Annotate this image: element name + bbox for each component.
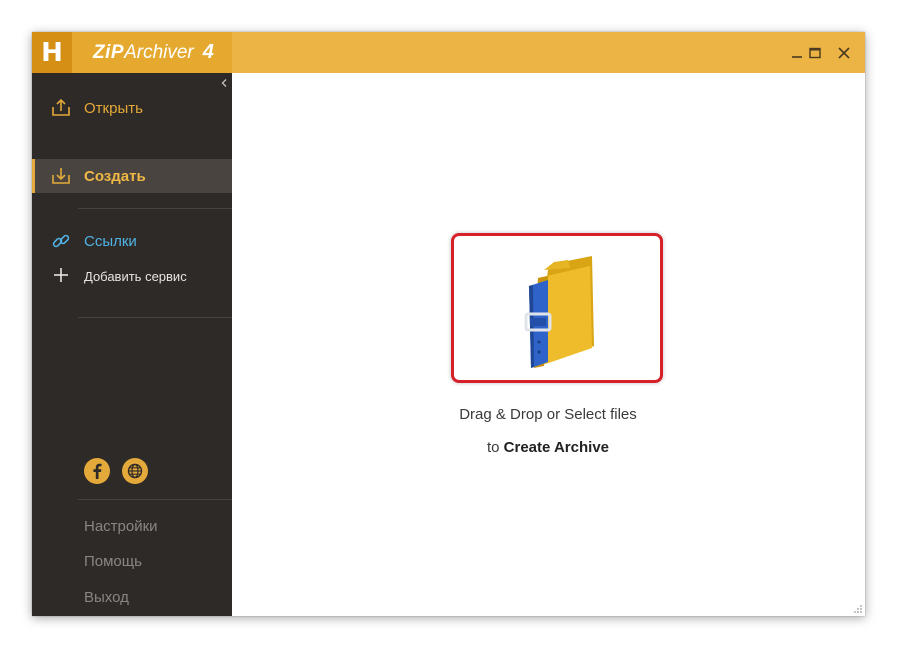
maximize-icon: [809, 47, 821, 59]
sidebar-item-label: Ссылки: [84, 232, 137, 250]
archive-folder-icon: [524, 256, 594, 368]
facebook-icon: [93, 463, 102, 479]
plus-icon: [54, 268, 68, 282]
chevron-left-icon: [221, 79, 227, 87]
minimize-icon: [792, 56, 802, 58]
create-archive-label: Create Archive: [503, 439, 610, 456]
website-button[interactable]: [122, 458, 148, 484]
app-title: ZiP Archiver 4: [72, 32, 232, 73]
help-link[interactable]: Помощь: [84, 553, 142, 570]
drop-zone[interactable]: [451, 233, 663, 383]
sidebar-item-links[interactable]: Ссылки: [32, 224, 232, 258]
collapse-sidebar-button[interactable]: [218, 76, 230, 90]
app-title-rest: Archiver: [124, 41, 194, 63]
open-export-icon: [52, 98, 70, 116]
sidebar-divider: [78, 208, 232, 209]
sidebar-item-open[interactable]: Открыть: [32, 91, 232, 125]
sidebar-item-label: Добавить сервис: [84, 268, 187, 284]
drop-instruction-line1: Drag & Drop or Select files: [459, 406, 637, 423]
app-window: H ZiP Archiver 4 Открыть Создать Ссылки …: [32, 32, 865, 616]
close-button[interactable]: [832, 41, 856, 65]
close-icon: [838, 47, 850, 59]
app-logo: H: [32, 32, 72, 73]
create-import-icon: [52, 168, 70, 184]
title-bar[interactable]: H ZiP Archiver 4: [32, 32, 865, 73]
maximize-button[interactable]: [803, 41, 827, 65]
drop-instruction-prefix: to: [486, 439, 504, 456]
sidebar-divider: [78, 317, 232, 318]
sidebar-item-add-service[interactable]: Добавить сервис: [32, 259, 232, 293]
globe-icon: [127, 463, 143, 479]
sidebar-divider: [78, 499, 232, 500]
logo-letter: H: [41, 37, 63, 68]
exit-link[interactable]: Выход: [84, 589, 129, 606]
sidebar-item-label: Открыть: [84, 99, 143, 117]
settings-link[interactable]: Настройки: [84, 518, 158, 535]
sidebar-item-create[interactable]: Создать: [32, 159, 232, 193]
facebook-button[interactable]: [84, 458, 110, 484]
resize-grip-icon[interactable]: [853, 604, 863, 614]
app-version: 4: [202, 41, 214, 63]
app-title-bold: ZiP: [93, 41, 125, 63]
sidebar: Открыть Создать Ссылки Добавить сервис Н…: [32, 73, 232, 616]
sidebar-item-label: Создать: [84, 167, 146, 185]
link-icon: [52, 234, 70, 248]
drop-instruction-line2: to Create Archive: [365, 439, 731, 456]
